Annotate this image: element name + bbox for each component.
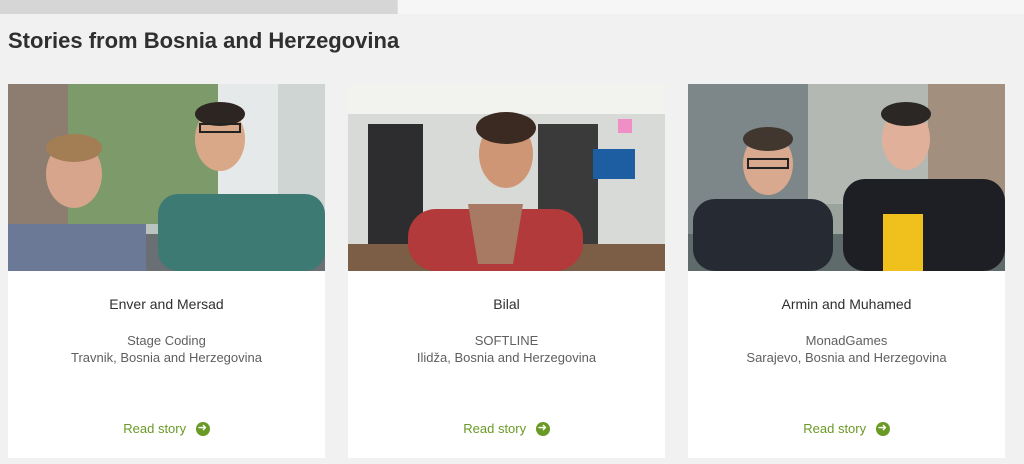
read-story-label: Read story: [123, 421, 187, 437]
inactive-tab-segment[interactable]: [397, 0, 1024, 14]
read-story-link[interactable]: Read story: [688, 420, 1005, 436]
arrow-right-icon: [535, 421, 550, 436]
story-location: Travnik, Bosnia and Herzegovina: [70, 350, 262, 365]
story-location: Sarajevo, Bosnia and Herzegovina: [746, 350, 947, 365]
story-company: SOFTLINE: [474, 333, 539, 348]
story-company: Stage Coding: [127, 333, 206, 348]
story-card[interactable]: Bilal SOFTLINE Ilidža, Bosnia and Herzeg…: [348, 84, 665, 458]
active-tab-segment[interactable]: [0, 0, 397, 14]
read-story-label: Read story: [463, 421, 527, 437]
story-photo: [348, 84, 665, 271]
arrow-right-icon: [195, 421, 210, 436]
story-name: Armin and Muhamed: [781, 296, 912, 312]
story-card[interactable]: Armin and Muhamed MonadGames Sarajevo, B…: [688, 84, 1005, 458]
arrow-right-icon: [875, 421, 890, 436]
section-title: Stories from Bosnia and Herzegovina: [8, 28, 400, 53]
top-tab-strip: [0, 0, 1024, 14]
story-company: MonadGames: [805, 333, 888, 348]
story-photo: [8, 84, 325, 271]
story-photo: [688, 84, 1005, 271]
story-name: Enver and Mersad: [109, 296, 224, 312]
story-location: Ilidža, Bosnia and Herzegovina: [416, 350, 597, 365]
story-name: Bilal: [493, 296, 520, 312]
read-story-link[interactable]: Read story: [8, 420, 325, 436]
read-story-label: Read story: [803, 421, 867, 437]
read-story-link[interactable]: Read story: [348, 420, 665, 436]
story-card[interactable]: Enver and Mersad Stage Coding Travnik, B…: [8, 84, 325, 458]
